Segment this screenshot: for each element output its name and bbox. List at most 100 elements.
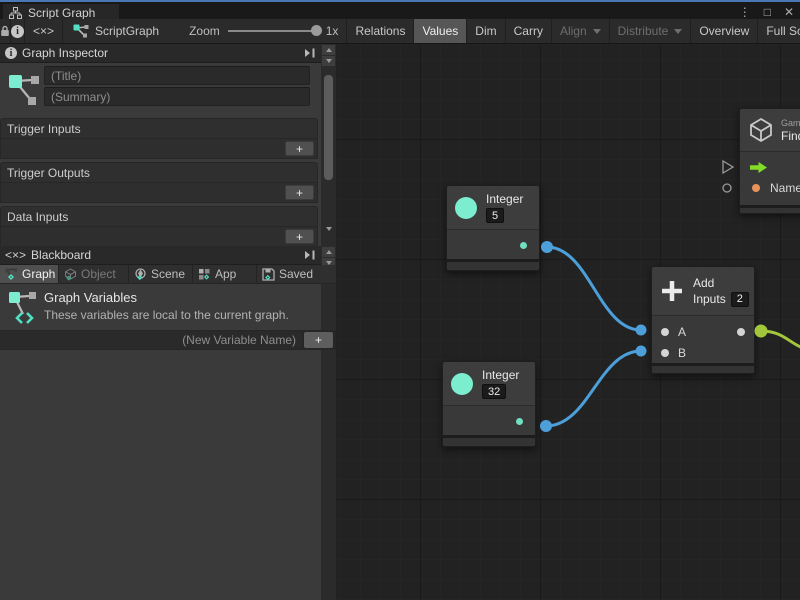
graph-summary-input[interactable]: (Summary) (44, 87, 310, 106)
toolbar-button-fullscreen[interactable]: Full Screen (758, 19, 800, 43)
name-input-port[interactable] (752, 184, 760, 192)
node-title: Integer (486, 192, 523, 206)
zoom-slider[interactable] (228, 30, 318, 32)
output-port[interactable] (520, 242, 527, 249)
trigger-inputs-label: Trigger Inputs (1, 119, 317, 138)
window-title-bar: Script Graph ⋮ □ ✕ (0, 0, 800, 19)
node-body: A B (652, 316, 754, 363)
inputs-label: Inputs (693, 292, 726, 306)
inputs-count-input[interactable]: 2 (731, 292, 749, 307)
graph-canvas[interactable]: Integer 5 Integer 32 Add (337, 44, 800, 600)
integer-value-input[interactable]: 32 (482, 384, 506, 399)
node-body: Name (740, 152, 800, 205)
node-integer-5[interactable]: Integer 5 (446, 185, 540, 271)
output-port[interactable] (516, 418, 523, 425)
scroll-up-button[interactable] (322, 45, 335, 55)
input-port-b[interactable] (661, 349, 669, 357)
output-port[interactable] (737, 328, 745, 336)
button-label: Align (560, 24, 587, 38)
scroll-up-button[interactable] (322, 247, 335, 257)
toolbar-button-carry[interactable]: Carry (506, 19, 552, 43)
tab-scene[interactable]: Scene (129, 265, 193, 283)
wire-integer32-to-add-b[interactable] (546, 351, 641, 426)
unconnected-flow-port-triangle-icon[interactable] (723, 161, 733, 173)
wire-endpoint[interactable] (636, 325, 647, 336)
toolbar-button-relations[interactable]: Relations (347, 19, 414, 43)
graph-summary-placeholder: (Summary) (51, 90, 110, 104)
triangle-down-icon (326, 227, 332, 231)
port-label-a: A (678, 325, 686, 339)
toolbar-button-distribute[interactable]: Distribute (610, 19, 692, 43)
lock-button[interactable] (0, 19, 11, 43)
button-label: Distribute (618, 24, 669, 38)
cube-icon (64, 268, 77, 281)
blackboard-scrollbar[interactable] (321, 246, 336, 600)
blackboard-title: Blackboard (31, 248, 91, 262)
data-inputs-label: Data Inputs (1, 207, 317, 226)
wire-add-output[interactable] (761, 331, 800, 348)
graph-breadcrumb[interactable]: ScriptGraph (63, 19, 167, 43)
node-title: Find (781, 129, 800, 143)
triangle-down-icon (326, 59, 332, 63)
input-port-a[interactable] (661, 328, 669, 336)
button-label: Values (422, 24, 458, 38)
trigger-outputs-list: + (1, 182, 317, 202)
button-label: Carry (514, 24, 543, 38)
wire-endpoint[interactable] (540, 420, 552, 432)
game-object-cube-icon (748, 117, 774, 143)
tab-object[interactable]: Object (59, 265, 129, 283)
info-icon: i (11, 25, 24, 38)
toolbar-button-align[interactable]: Align (552, 19, 610, 43)
window-close-icon[interactable]: ✕ (784, 5, 794, 19)
wire-endpoint[interactable] (541, 241, 553, 253)
add-trigger-input-button[interactable]: + (285, 141, 314, 156)
dock-panel-button[interactable] (304, 250, 316, 260)
window-maximize-icon[interactable]: □ (764, 5, 771, 19)
triangle-up-icon (326, 250, 332, 254)
add-variable-button[interactable]: + (304, 332, 333, 348)
scroll-down-button[interactable] (322, 56, 335, 66)
toolbar-button-dim[interactable]: Dim (467, 19, 505, 43)
scene-icon (134, 268, 147, 281)
floppy-disk-icon (262, 268, 275, 281)
new-variable-input[interactable]: (New Variable Name) (0, 331, 302, 349)
blackboard-tabs: Graph Object Scene App (0, 265, 336, 284)
chevron-down-icon (593, 29, 601, 34)
wire-endpoint[interactable] (755, 325, 768, 338)
wire-endpoint[interactable] (636, 346, 647, 357)
zoom-slider-handle[interactable] (311, 25, 322, 36)
dock-icon (304, 48, 316, 58)
blackboard-toggle-button[interactable]: <×> (25, 19, 63, 43)
blackboard-header: <×> Blackboard (0, 246, 321, 265)
integer-value-input[interactable]: 5 (486, 208, 504, 223)
tab-label: Saved (279, 267, 313, 281)
node-footer (443, 435, 535, 446)
inspector-toggle-button[interactable]: i (11, 19, 25, 43)
window-menu-icon[interactable]: ⋮ (739, 5, 751, 19)
tab-app[interactable]: App (193, 265, 257, 283)
wire-integer5-to-add-a[interactable] (547, 247, 641, 330)
node-gameobject-find[interactable]: Game Object Find Name (739, 108, 800, 214)
add-trigger-output-button[interactable]: + (285, 185, 314, 200)
scrollbar-thumb[interactable] (324, 75, 333, 180)
toolbar-button-values[interactable]: Values (414, 19, 467, 43)
unconnected-data-port-circle-icon[interactable] (723, 184, 731, 192)
node-integer-32[interactable]: Integer 32 (442, 361, 536, 447)
tab-saved[interactable]: Saved (257, 265, 330, 283)
scroll-down-button[interactable] (322, 224, 335, 234)
window-controls: ⋮ □ ✕ (739, 3, 794, 20)
chevron-down-icon (674, 29, 682, 34)
dock-panel-button[interactable] (304, 48, 316, 58)
node-footer (740, 205, 800, 213)
toolbar-button-overview[interactable]: Overview (691, 19, 758, 43)
graph-title-input[interactable]: (Title) (44, 66, 310, 85)
integer-type-icon (451, 373, 473, 395)
node-title: Add (693, 276, 749, 290)
tab-graph[interactable]: Graph (0, 265, 59, 283)
add-data-input-button[interactable]: + (285, 229, 314, 244)
node-add[interactable]: Add Inputs 2 A B (651, 266, 755, 374)
node-title: Integer (482, 368, 519, 382)
flow-input-port-arrow-icon[interactable] (750, 162, 767, 173)
tab-label: Scene (151, 267, 185, 281)
inspector-scrollbar[interactable] (321, 44, 336, 246)
